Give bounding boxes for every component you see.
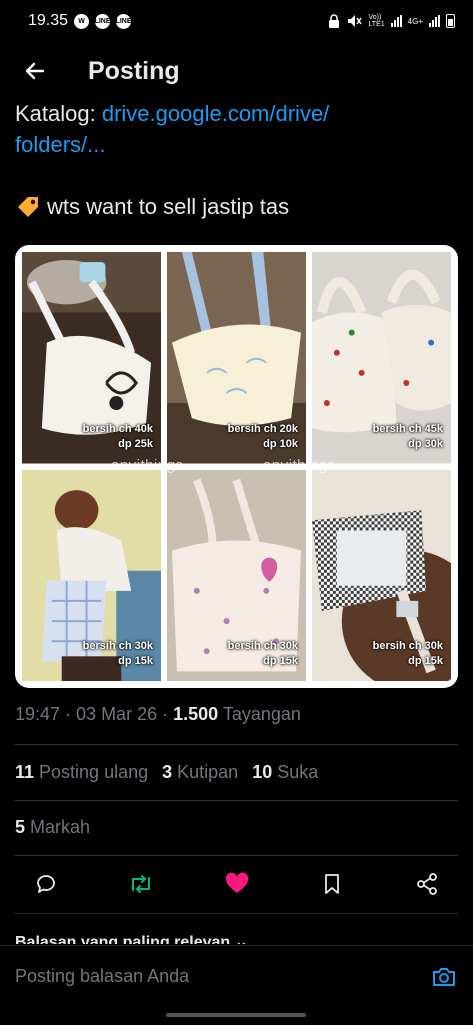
photo-caption: bersih ch 20k dp 10k	[227, 422, 298, 450]
bookmarks-count: 5	[15, 817, 26, 837]
photo-tote-1[interactable]: bersih ch 40k dp 25k	[22, 252, 161, 464]
watermark: anvithings	[263, 457, 336, 474]
watermark: anvithings	[111, 457, 184, 474]
share-icon	[417, 873, 437, 895]
post-text-catalog: Katalog: drive.google.com/drive/ folders…	[15, 98, 455, 160]
bookmarks-stat[interactable]: 5 Markah	[15, 817, 90, 838]
divider	[15, 800, 458, 801]
reply-icon	[37, 875, 55, 893]
back-button[interactable]	[0, 42, 70, 100]
reply-button[interactable]	[32, 870, 60, 898]
share-button[interactable]	[413, 870, 441, 898]
photo-caption: bersih ch 45k dp 30k	[372, 422, 443, 450]
signal-icon	[429, 15, 440, 27]
photo-tote-5[interactable]: bersih ch 30k dp 15k	[167, 469, 306, 681]
home-indicator	[166, 1013, 306, 1017]
bookmark-icon	[324, 874, 339, 894]
views-count: 1.500	[173, 704, 219, 724]
reposts-stat[interactable]: 11 Posting ulang	[15, 762, 148, 783]
signal-icon	[390, 15, 402, 27]
likes-count: 10	[252, 762, 273, 782]
status-time: 19.35	[28, 12, 69, 29]
4g-label: 4G+	[407, 16, 423, 26]
reply-composer: Posting balasan Anda	[0, 945, 473, 1025]
like-icon	[225, 872, 248, 893]
photo-tote-3[interactable]: bersih ch 45k dp 30k	[312, 252, 451, 464]
media-grid[interactable]: bersih ch 40k dp 25k bersih ch 20k dp 10…	[15, 245, 458, 688]
reply-input[interactable]: Posting balasan Anda	[15, 966, 189, 987]
line-icon: LINE	[95, 13, 111, 29]
post-time-date: 19:47 · 03 Mar 26 ·	[15, 704, 174, 724]
reposts-label: Posting ulang	[39, 762, 149, 782]
repost-button[interactable]	[127, 870, 155, 898]
repost-icon	[132, 875, 151, 893]
photo-tote-2[interactable]: bersih ch 20k dp 10k	[167, 252, 306, 464]
mute-icon	[348, 15, 363, 27]
lock-icon	[329, 14, 340, 28]
engagement-stats: 11 Posting ulang 3 Kutipan 10 Suka	[15, 762, 318, 783]
page-title: Posting	[88, 56, 180, 85]
photo-caption: bersih ch 30k dp 15k	[82, 640, 153, 667]
catalog-label: Katalog:	[15, 101, 102, 126]
whatsapp-icon: W	[74, 13, 90, 29]
quotes-count: 3	[162, 762, 173, 782]
action-bar	[15, 866, 458, 902]
camera-icon[interactable]	[431, 964, 457, 990]
likes-stat[interactable]: 10 Suka	[252, 762, 318, 783]
photo-tote-6[interactable]: bersih ch 30k dp 15k	[312, 469, 451, 681]
tag-emoji-icon	[18, 197, 38, 217]
divider	[15, 913, 458, 914]
quotes-stat[interactable]: 3 Kutipan	[162, 762, 238, 783]
photo-caption: bersih ch 30k dp 15k	[372, 640, 443, 667]
battery-icon	[446, 14, 455, 28]
post-meta: 19:47 · 03 Mar 26 · 1.500 Tayangan	[15, 704, 301, 725]
photo-tote-4[interactable]: bersih ch 30k dp 15k	[22, 469, 161, 681]
quotes-label: Kutipan	[177, 762, 239, 782]
reposts-count: 11	[15, 762, 35, 782]
likes-label: Suka	[277, 762, 319, 782]
divider	[15, 855, 458, 856]
post-text-wts: wts want to sell jastip tas	[15, 192, 289, 222]
bookmarks-label: Markah	[30, 817, 91, 837]
status-bar: 19.35 W LINE LINE Vo)) LTE1 4G+	[0, 0, 473, 42]
top-app-bar: Posting	[0, 42, 473, 100]
photo-caption: bersih ch 30k dp 15k	[227, 640, 298, 667]
lte-label: Vo)) LTE1	[368, 14, 385, 28]
line-icon: LINE	[116, 13, 132, 29]
photo-caption: bersih ch 40k dp 25k	[82, 422, 153, 450]
divider	[15, 744, 458, 745]
arrow-left-icon	[25, 62, 45, 80]
post-text: wts want to sell jastip tas	[47, 194, 290, 219]
reply-sort-dropdown[interactable]: Balasan yang paling relevan ⌄	[15, 930, 248, 944]
bookmark-button[interactable]	[318, 870, 346, 898]
views-label: Tayangan	[218, 704, 301, 724]
like-button[interactable]	[223, 870, 251, 898]
